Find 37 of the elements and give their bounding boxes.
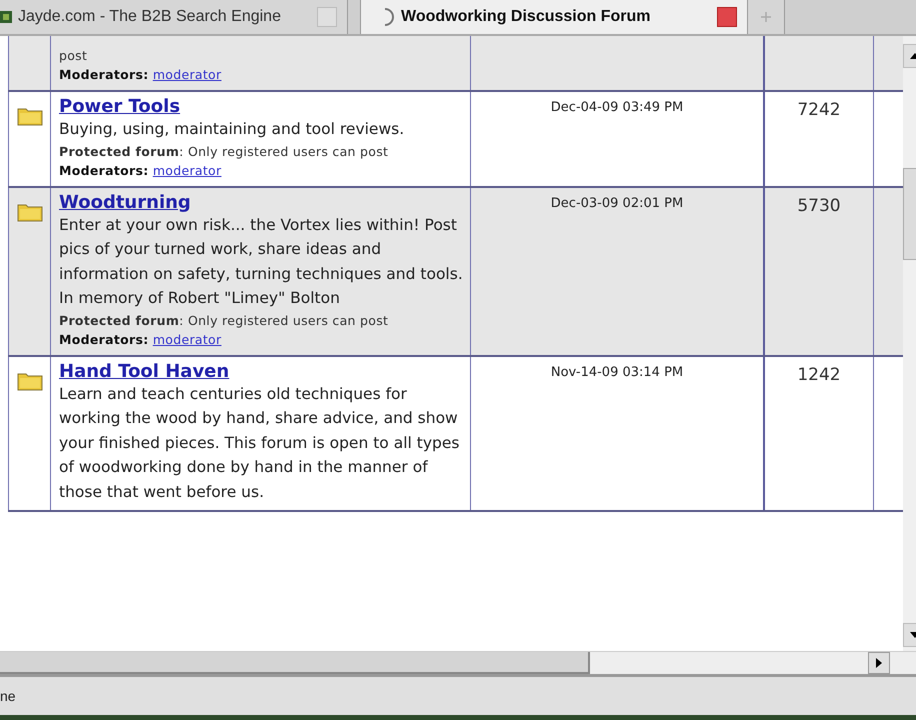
- forum-description: Buying, using, maintaining and tool reviews.: [59, 119, 406, 140]
- close-icon[interactable]: [717, 7, 737, 27]
- scroll-right-button[interactable]: [868, 652, 890, 674]
- protected-note: Protected forum: Only registered users can post: [59, 142, 390, 160]
- last-post-date: Dec-04-09 03:49 PM: [550, 100, 684, 115]
- site-icon: [0, 10, 12, 24]
- new-tab-button[interactable]: [748, 0, 785, 34]
- forum-description: Learn and teach centuries old techniques for working the wood by hand, share advice, and show your finished pieces. This forum is open to all types of woodworking done by hand in the manner of those that went before us.: [59, 384, 460, 502]
- moderator-link[interactable]: moderator: [152, 332, 222, 346]
- forum-description: In memory of Robert "Limey" Bolton: [59, 288, 341, 309]
- plus-icon: [760, 11, 772, 23]
- forum-title-link[interactable]: Woodturning: [59, 192, 191, 212]
- close-icon[interactable]: [317, 7, 337, 27]
- forum-title-link[interactable]: Hand Tool Haven: [59, 360, 230, 382]
- status-text: ne: [0, 688, 16, 704]
- right-arrow-icon: [876, 658, 882, 668]
- moderator-link[interactable]: moderator: [152, 67, 222, 82]
- forum-title-link[interactable]: Power Tools: [59, 96, 180, 117]
- browser-tab[interactable]: Jayde.com - The B2B Search Engine: [0, 0, 348, 34]
- post-count: 7242: [797, 100, 841, 120]
- horizontal-scrollbar[interactable]: [0, 651, 916, 674]
- post-count: 1242: [797, 364, 841, 384]
- protected-note: post: [59, 47, 88, 65]
- forum-description: Enter at your own risk... the Vortex lies within! Post pics of your turned work, share ideas and information on safety, turning techniques and tools.: [59, 214, 464, 284]
- folder-icon: [17, 106, 43, 126]
- moderators-label: Moderators:: [59, 67, 149, 82]
- browser-tab[interactable]: Woodworking Discussion Forum: [360, 0, 748, 34]
- folder-icon: [17, 370, 43, 390]
- last-post-date: Nov-14-09 03:14 PM: [550, 364, 684, 380]
- scroll-thumb[interactable]: [0, 652, 590, 674]
- moderator-link[interactable]: moderator: [152, 162, 222, 178]
- moderators-label: Moderators:: [59, 332, 149, 346]
- last-post-date: Dec-03-09 02:01 PM: [550, 196, 684, 210]
- folder-icon: [17, 202, 43, 222]
- moderators-label: Moderators:: [59, 162, 149, 178]
- protected-note: Protected forum: Only registered users can post: [59, 312, 390, 330]
- post-count: 5730: [797, 196, 841, 216]
